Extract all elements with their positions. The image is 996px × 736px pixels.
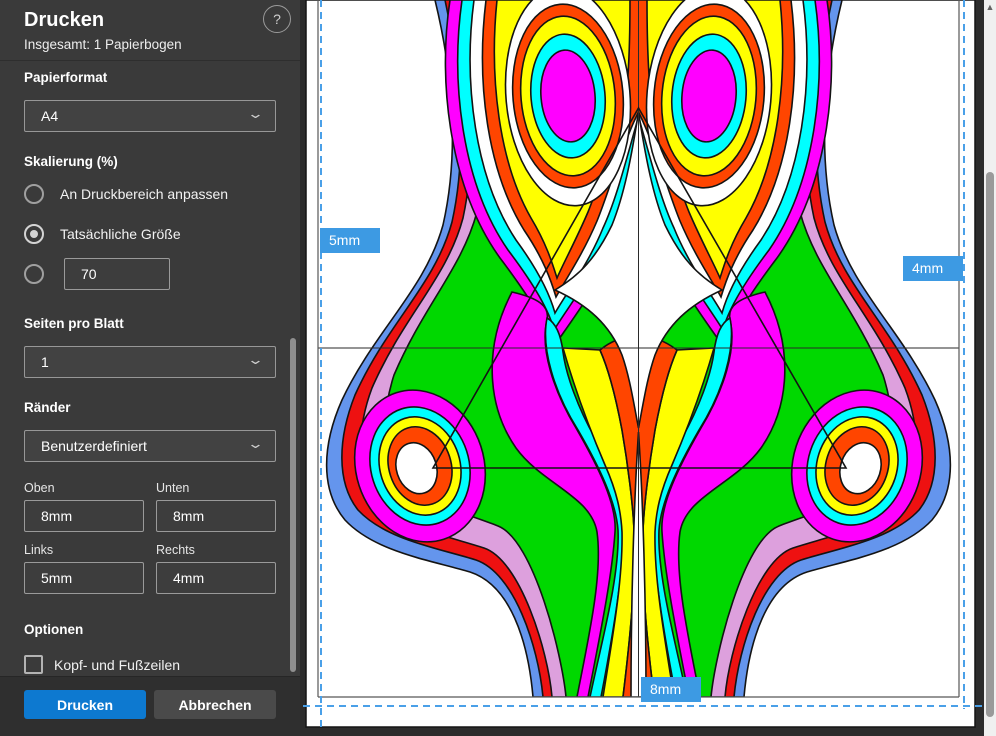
preview-scrollbar[interactable]: ▲ (984, 0, 996, 736)
scroll-up-icon[interactable]: ▲ (984, 1, 996, 13)
margin-left-input[interactable] (24, 562, 144, 594)
bottom-margin-tag[interactable]: 8mm (641, 677, 701, 702)
print-preview-canvas (300, 0, 996, 736)
sidebar-scrollbar-thumb[interactable] (290, 338, 296, 672)
margins-label: Ränder (24, 400, 71, 415)
chevron-down-icon: ⌄ (247, 106, 264, 122)
margin-bottom-label: Unten (156, 481, 189, 495)
paper-format-select[interactable]: A4 ⌄ (24, 100, 276, 132)
radio-actual-size[interactable] (24, 224, 44, 244)
scaling-label: Skalierung (%) (24, 154, 118, 169)
chevron-down-icon: ⌄ (247, 436, 264, 452)
print-settings-panel: Drucken ? Insgesamt: 1 Papierbogen Papie… (0, 0, 300, 736)
preview-scrollbar-thumb[interactable] (986, 172, 994, 717)
margin-top-label: Oben (24, 481, 55, 495)
radio-fit-label: An Druckbereich anpassen (60, 186, 228, 202)
dialog-footer: Drucken Abbrechen (0, 676, 300, 736)
chevron-down-icon: ⌄ (247, 352, 264, 368)
print-button[interactable]: Drucken (24, 690, 146, 719)
print-dialog-window: Drucken ? Insgesamt: 1 Papierbogen Papie… (0, 0, 996, 736)
margins-value: Benutzerdefiniert (41, 438, 147, 454)
help-glyph: ? (273, 11, 281, 27)
pages-per-sheet-value: 1 (41, 354, 49, 370)
headers-footers-checkbox[interactable] (24, 655, 43, 674)
pages-per-sheet-label: Seiten pro Blatt (24, 316, 124, 331)
margin-bottom-input[interactable] (156, 500, 276, 532)
left-margin-tag[interactable]: 5mm (320, 228, 380, 253)
margins-select[interactable]: Benutzerdefiniert ⌄ (24, 430, 276, 462)
radio-fit-to-print-area[interactable] (24, 184, 44, 204)
dialog-title: Drucken (24, 9, 104, 32)
margin-left-label: Links (24, 543, 53, 557)
sheet-count-summary: Insgesamt: 1 Papierbogen (24, 37, 182, 52)
paper-format-value: A4 (41, 108, 58, 124)
margin-right-label: Rechts (156, 543, 195, 557)
header-divider (0, 60, 300, 61)
pages-per-sheet-select[interactable]: 1 ⌄ (24, 346, 276, 378)
margin-right-input[interactable] (156, 562, 276, 594)
options-label: Optionen (24, 622, 83, 637)
radio-custom-scale[interactable] (24, 264, 44, 284)
custom-scale-input[interactable] (64, 258, 170, 290)
print-preview-pane: 5mm 4mm 8mm ▲ (300, 0, 996, 736)
radio-actual-size-label: Tatsächliche Größe (60, 226, 181, 242)
help-icon[interactable]: ? (263, 5, 291, 33)
cancel-button[interactable]: Abbrechen (154, 690, 276, 719)
margin-top-input[interactable] (24, 500, 144, 532)
right-margin-tag[interactable]: 4mm (903, 256, 963, 281)
headers-footers-label: Kopf- und Fußzeilen (54, 657, 180, 673)
paper-format-label: Papierformat (24, 70, 107, 85)
